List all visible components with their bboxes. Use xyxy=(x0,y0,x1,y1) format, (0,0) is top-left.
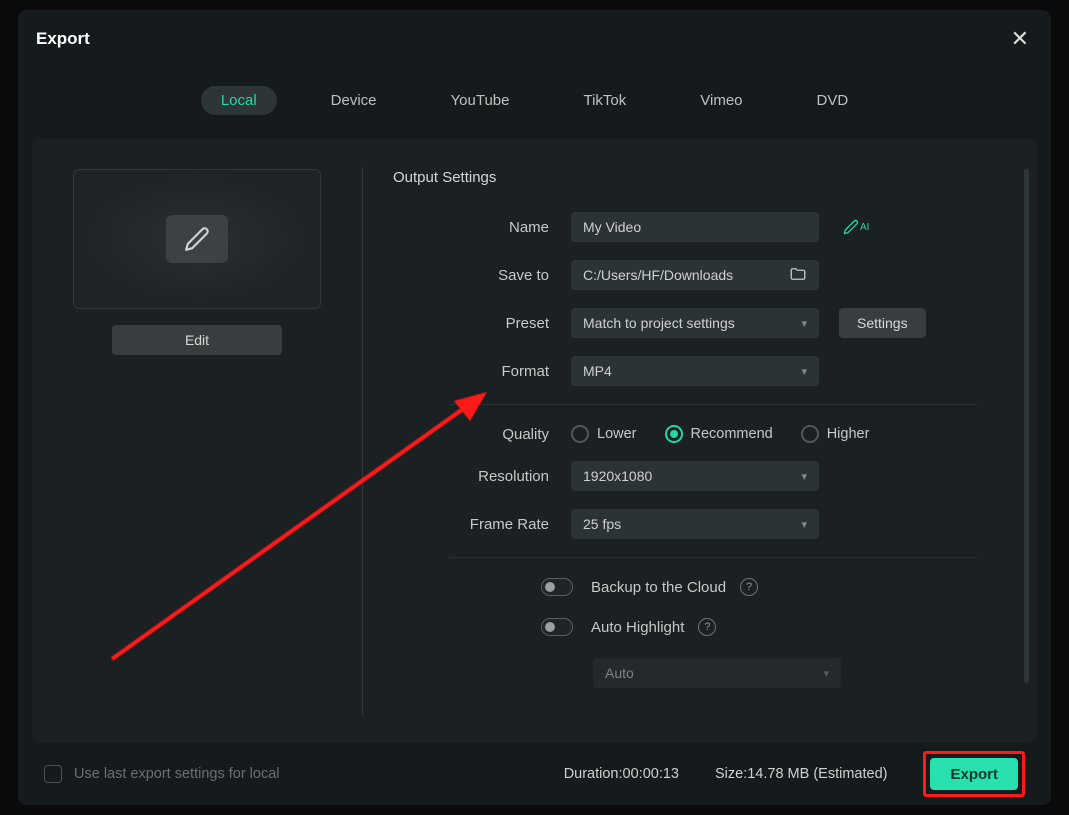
quality-higher[interactable]: Higher xyxy=(801,425,870,443)
quality-radio-group: Lower Recommend Higher xyxy=(571,425,869,443)
output-settings-heading: Output Settings xyxy=(393,169,977,186)
auto-value: Auto xyxy=(605,665,634,681)
framerate-select[interactable]: 25 fps ▾ xyxy=(571,509,819,539)
tab-vimeo[interactable]: Vimeo xyxy=(680,86,762,115)
preview-column: Edit xyxy=(32,139,362,743)
scrollbar[interactable] xyxy=(1024,169,1029,683)
backup-label: Backup to the Cloud xyxy=(591,579,726,596)
framerate-value: 25 fps xyxy=(583,516,621,532)
divider xyxy=(449,404,977,405)
close-icon[interactable]: ✕ xyxy=(1011,28,1029,50)
ai-label: AI xyxy=(860,222,869,233)
row-saveto: Save to C:/Users/HF/Downloads xyxy=(393,260,977,290)
quality-recommend[interactable]: Recommend xyxy=(665,425,773,443)
folder-icon[interactable] xyxy=(789,265,807,286)
row-backup: Backup to the Cloud ? xyxy=(541,578,977,596)
name-field[interactable] xyxy=(583,219,807,235)
size-info: Size:14.78 MB (Estimated) xyxy=(715,766,888,782)
export-button[interactable]: Export xyxy=(930,758,1018,790)
resolution-value: 1920x1080 xyxy=(583,468,652,484)
duration-info: Duration:00:00:13 xyxy=(564,766,679,782)
tab-device[interactable]: Device xyxy=(311,86,397,115)
help-icon[interactable]: ? xyxy=(740,578,758,596)
row-preset: Preset Match to project settings ▾ Setti… xyxy=(393,308,977,338)
quality-recommend-label: Recommend xyxy=(691,426,773,442)
quality-lower-label: Lower xyxy=(597,426,637,442)
ai-icon[interactable]: AI xyxy=(843,219,869,235)
name-label: Name xyxy=(393,219,571,236)
radio-icon xyxy=(665,425,683,443)
backup-toggle[interactable] xyxy=(541,578,573,596)
preset-value: Match to project settings xyxy=(583,315,735,331)
export-dialog: Export ✕ Local Device YouTube TikTok Vim… xyxy=(18,10,1051,805)
duration-label: Duration: xyxy=(564,766,623,782)
export-tabs: Local Device YouTube TikTok Vimeo DVD xyxy=(18,86,1051,115)
divider xyxy=(449,557,977,558)
row-format: Format MP4 ▾ xyxy=(393,356,977,386)
dialog-title: Export xyxy=(36,29,90,49)
row-auto: Auto ▾ xyxy=(593,658,977,688)
resolution-select[interactable]: 1920x1080 ▾ xyxy=(571,461,819,491)
row-name: Name AI xyxy=(393,212,977,242)
footer-left: Use last export settings for local xyxy=(44,765,280,783)
preview-thumbnail xyxy=(73,169,321,309)
radio-icon xyxy=(571,425,589,443)
auto-select[interactable]: Auto ▾ xyxy=(593,658,841,688)
pencil-icon xyxy=(166,215,228,263)
row-quality: Quality Lower Recommend Higher xyxy=(393,425,977,443)
saveto-input[interactable]: C:/Users/HF/Downloads xyxy=(571,260,819,290)
row-framerate: Frame Rate 25 fps ▾ xyxy=(393,509,977,539)
tab-youtube[interactable]: YouTube xyxy=(431,86,530,115)
radio-icon xyxy=(801,425,819,443)
row-autohighlight: Auto Highlight ? xyxy=(541,618,977,636)
footer-right: Duration:00:00:13 Size:14.78 MB (Estimat… xyxy=(564,751,1025,797)
size-value: 14.78 MB xyxy=(747,766,809,782)
preset-label: Preset xyxy=(393,315,571,332)
use-last-checkbox[interactable] xyxy=(44,765,62,783)
chevron-down-icon: ▾ xyxy=(801,317,807,330)
autohighlight-label: Auto Highlight xyxy=(591,619,684,636)
autohighlight-toggle[interactable] xyxy=(541,618,573,636)
quality-lower[interactable]: Lower xyxy=(571,425,637,443)
chevron-down-icon: ▾ xyxy=(823,667,829,680)
settings-column: Output Settings Name AI Save to C:/Users… xyxy=(363,139,1037,743)
help-icon[interactable]: ? xyxy=(698,618,716,636)
format-label: Format xyxy=(393,363,571,380)
use-last-label: Use last export settings for local xyxy=(74,766,280,782)
settings-button[interactable]: Settings xyxy=(839,308,926,338)
chevron-down-icon: ▾ xyxy=(801,470,807,483)
main-panel: Edit Output Settings Name AI Save to C:/… xyxy=(32,139,1037,743)
edit-button[interactable]: Edit xyxy=(112,325,282,355)
tab-dvd[interactable]: DVD xyxy=(797,86,869,115)
format-value: MP4 xyxy=(583,363,612,379)
format-select[interactable]: MP4 ▾ xyxy=(571,356,819,386)
quality-label: Quality xyxy=(393,426,571,443)
footer: Use last export settings for local Durat… xyxy=(18,743,1051,805)
tab-local[interactable]: Local xyxy=(201,86,277,115)
name-input[interactable] xyxy=(571,212,819,242)
chevron-down-icon: ▾ xyxy=(801,365,807,378)
size-label: Size: xyxy=(715,766,747,782)
quality-higher-label: Higher xyxy=(827,426,870,442)
tab-tiktok[interactable]: TikTok xyxy=(563,86,646,115)
duration-value: 00:00:13 xyxy=(623,766,679,782)
chevron-down-icon: ▾ xyxy=(801,518,807,531)
saveto-label: Save to xyxy=(393,267,571,284)
preset-select[interactable]: Match to project settings ▾ xyxy=(571,308,819,338)
export-highlight: Export xyxy=(923,751,1025,797)
saveto-value: C:/Users/HF/Downloads xyxy=(583,267,733,283)
resolution-label: Resolution xyxy=(393,468,571,485)
row-resolution: Resolution 1920x1080 ▾ xyxy=(393,461,977,491)
size-suffix: (Estimated) xyxy=(813,766,887,782)
dialog-header: Export ✕ xyxy=(18,10,1051,58)
framerate-label: Frame Rate xyxy=(393,516,571,533)
